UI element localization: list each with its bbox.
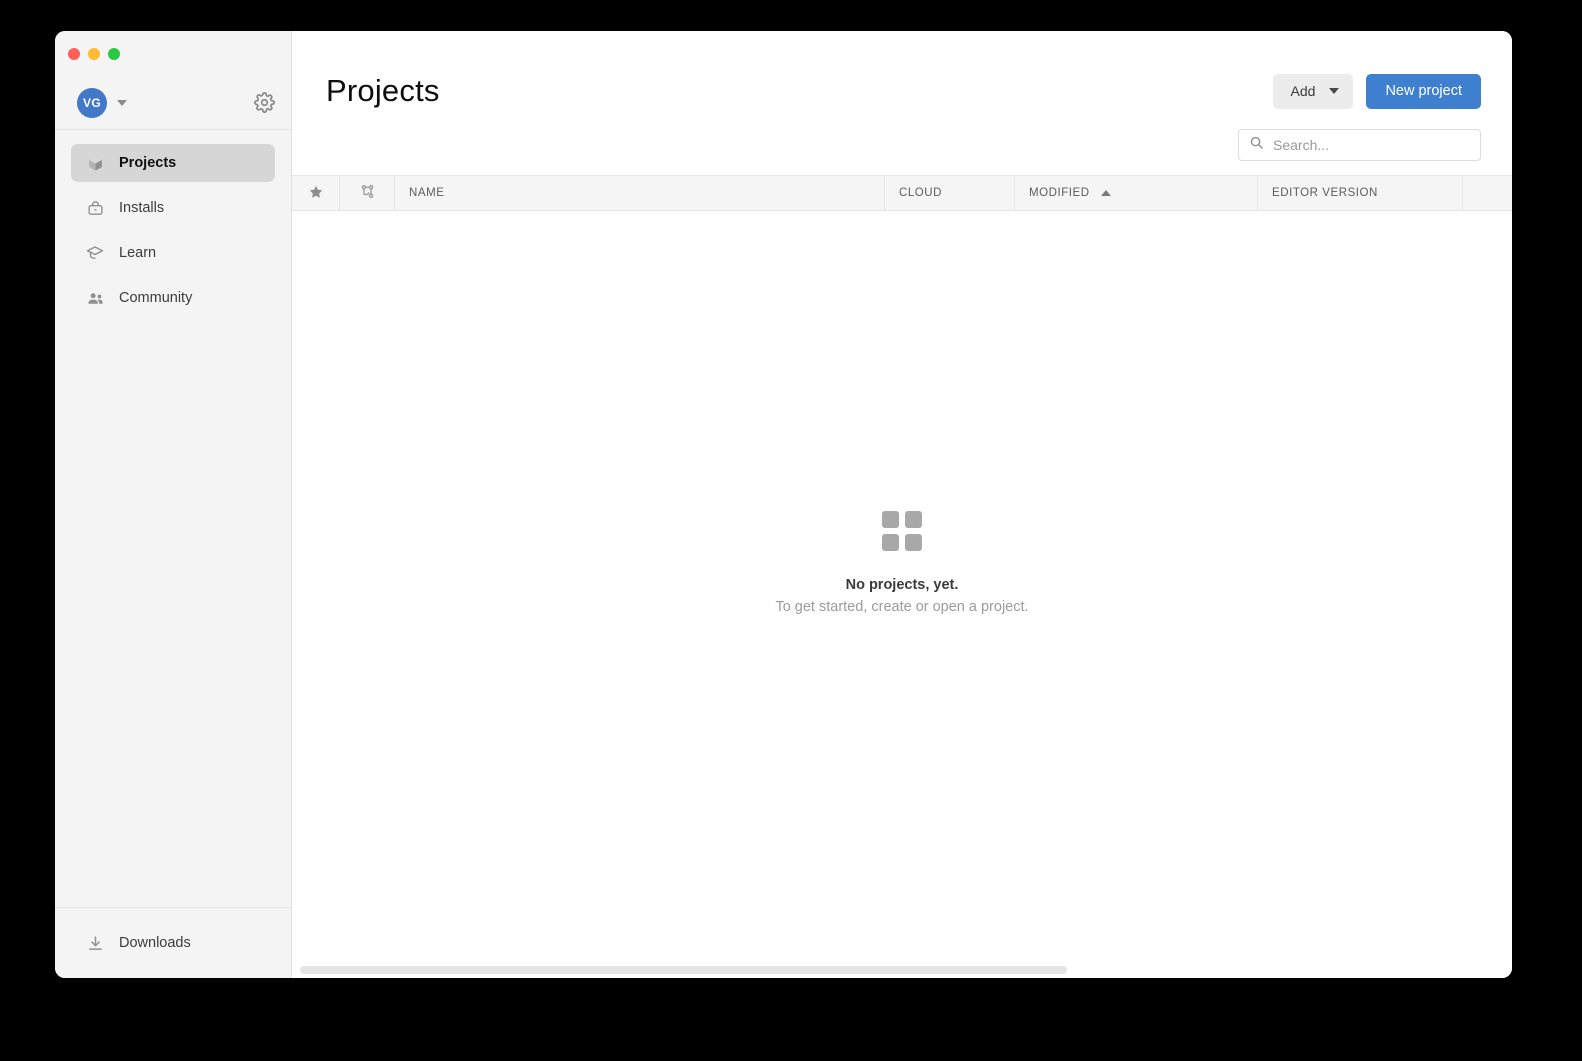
sidebar-item-label: Installs bbox=[119, 200, 165, 216]
column-header-cloud[interactable]: CLOUD bbox=[885, 176, 1015, 210]
star-icon bbox=[308, 184, 324, 203]
search-input[interactable] bbox=[1273, 137, 1470, 153]
search-box[interactable] bbox=[1238, 129, 1481, 161]
column-header-editor-version[interactable]: EDITOR VERSION bbox=[1258, 176, 1463, 210]
page-title: Projects bbox=[326, 73, 440, 108]
account-row: VG bbox=[55, 76, 291, 130]
grid-square bbox=[905, 534, 922, 551]
sidebar-item-downloads[interactable]: Downloads bbox=[71, 924, 275, 962]
sidebar: VG Projects Installs Learn Community Dow… bbox=[55, 31, 292, 978]
add-button-label: Add bbox=[1290, 83, 1316, 99]
column-header-name[interactable]: NAME bbox=[395, 176, 885, 210]
graduation-cap-icon bbox=[85, 243, 105, 263]
empty-state: No projects, yet. To get started, create… bbox=[292, 511, 1512, 615]
column-header-vcs[interactable] bbox=[340, 176, 395, 210]
close-window-button[interactable] bbox=[68, 47, 80, 60]
search-icon bbox=[1249, 135, 1264, 155]
grid-square bbox=[882, 511, 899, 528]
sidebar-item-label: Community bbox=[119, 290, 193, 306]
people-icon bbox=[85, 288, 105, 308]
grid-squares-icon bbox=[882, 511, 922, 551]
chevron-down-icon[interactable] bbox=[117, 99, 127, 106]
sort-ascending-icon bbox=[1100, 190, 1111, 196]
empty-state-subtitle: To get started, create or open a project… bbox=[775, 599, 1029, 615]
unity-box-icon bbox=[85, 198, 105, 218]
sidebar-footer: Downloads bbox=[55, 907, 291, 978]
sidebar-item-label: Downloads bbox=[119, 935, 191, 951]
grid-square bbox=[905, 511, 922, 528]
sidebar-item-projects[interactable]: Projects bbox=[71, 144, 275, 182]
maximize-window-button[interactable] bbox=[108, 47, 120, 60]
download-icon bbox=[85, 933, 105, 953]
empty-state-title: No projects, yet. bbox=[845, 577, 959, 593]
cube-icon bbox=[85, 153, 105, 173]
header-actions: Add New project bbox=[1272, 73, 1481, 109]
horizontal-scrollbar-thumb[interactable] bbox=[300, 966, 1067, 974]
sidebar-nav: Projects Installs Learn Community bbox=[55, 130, 291, 907]
grid-square bbox=[882, 534, 899, 551]
branch-icon bbox=[359, 183, 376, 203]
sidebar-item-label: Projects bbox=[119, 155, 177, 171]
projects-table-body: No projects, yet. To get started, create… bbox=[292, 211, 1512, 964]
column-header-modified[interactable]: MODIFIED bbox=[1015, 176, 1258, 210]
new-project-button[interactable]: New project bbox=[1366, 73, 1481, 109]
sidebar-item-learn[interactable]: Learn bbox=[71, 234, 275, 272]
sidebar-item-community[interactable]: Community bbox=[71, 279, 275, 317]
table-header-row: NAME CLOUD MODIFIED EDITOR VERSION bbox=[292, 175, 1512, 211]
chevron-down-icon bbox=[1329, 88, 1340, 94]
app-window: VG Projects Installs Learn Community Dow… bbox=[55, 31, 1512, 978]
avatar[interactable]: VG bbox=[77, 87, 107, 118]
main-content: Projects Add New project Search... NAME … bbox=[292, 31, 1512, 978]
gear-icon[interactable] bbox=[254, 92, 275, 113]
column-header-modified-label: MODIFIED bbox=[1029, 187, 1090, 199]
sidebar-item-label: Learn bbox=[119, 245, 157, 261]
minimize-window-button[interactable] bbox=[88, 47, 100, 60]
search-row bbox=[292, 119, 1512, 175]
horizontal-scrollbar[interactable] bbox=[292, 964, 1512, 978]
sidebar-item-installs[interactable]: Installs bbox=[71, 189, 275, 227]
column-header-actions bbox=[1463, 176, 1512, 210]
window-titlebar bbox=[55, 31, 291, 76]
add-button[interactable]: Add bbox=[1272, 73, 1354, 109]
main-header: Projects Add New project bbox=[292, 31, 1512, 119]
column-header-favorite[interactable] bbox=[292, 176, 340, 210]
